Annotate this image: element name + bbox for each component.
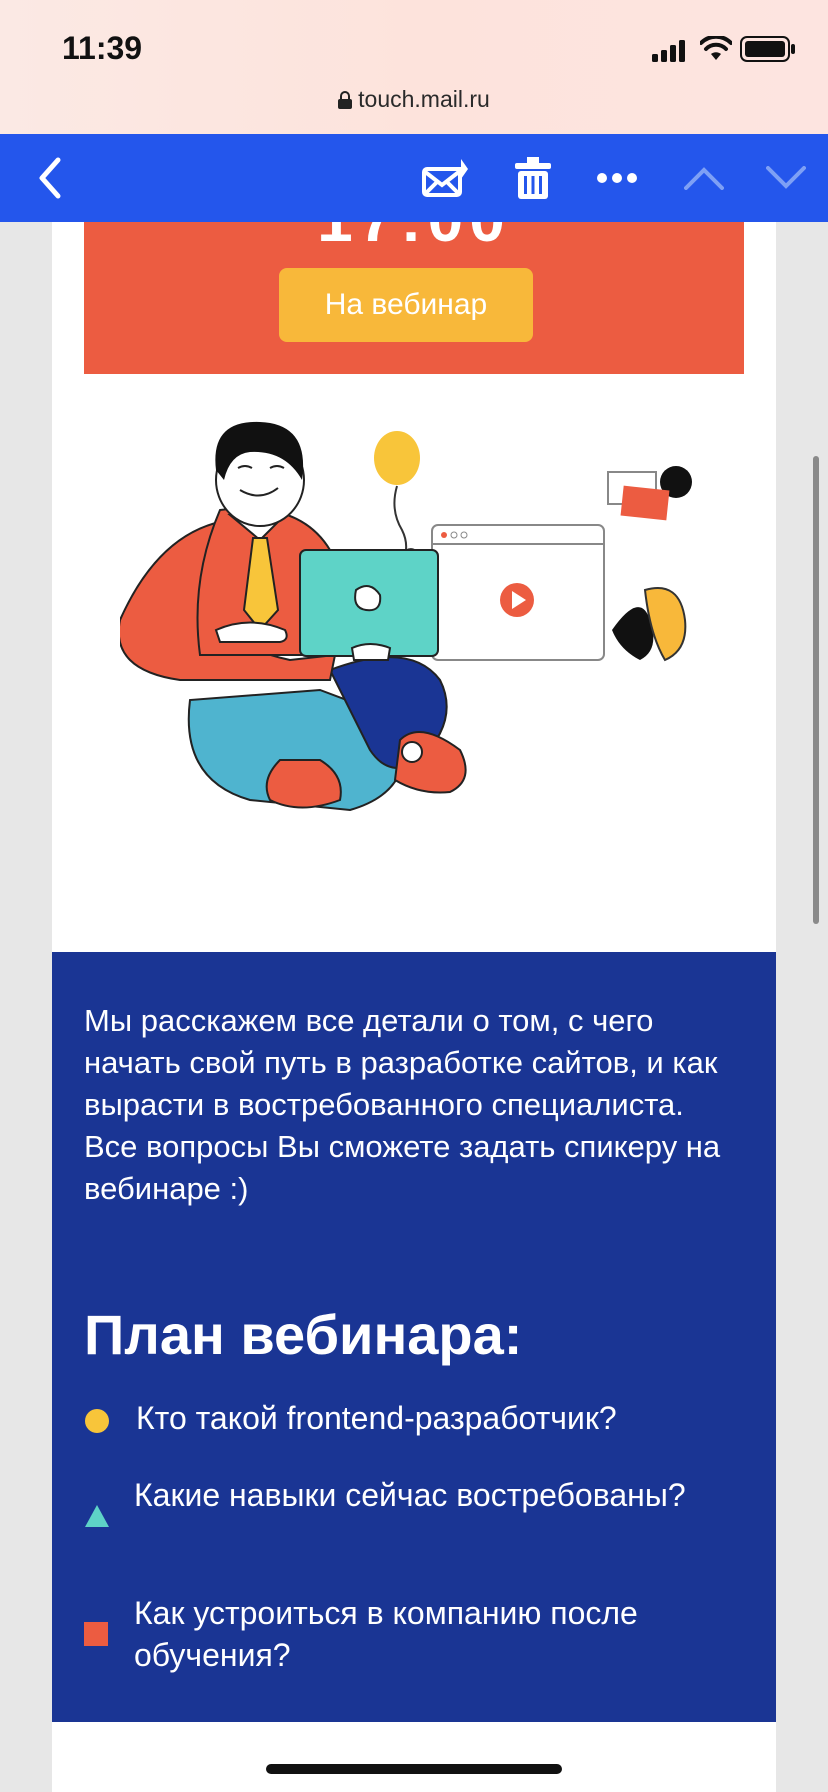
battery-icon (740, 36, 795, 62)
mark-unread-button[interactable] (414, 134, 476, 222)
status-time: 11:39 (62, 30, 143, 66)
previous-message-button[interactable] (680, 134, 728, 222)
home-indicator[interactable] (266, 1764, 562, 1774)
trash-icon (515, 157, 551, 199)
webinar-time-banner: 17:00 На вебинар (84, 222, 744, 374)
wifi-icon (700, 36, 732, 60)
back-button[interactable] (20, 134, 80, 222)
intro-text: Мы расскажем все детали о том, с чего на… (84, 1003, 721, 1206)
unread-icon (422, 159, 468, 197)
plan-title: План вебинара: (84, 1303, 523, 1366)
circle-bullet-icon (85, 1409, 109, 1433)
back-icon (39, 157, 61, 199)
plan-item-text: Какие навыки сейчас востребованы? (134, 1477, 686, 1513)
lock-icon (338, 91, 353, 109)
signal-icon (652, 40, 685, 62)
mail-toolbar (0, 134, 828, 222)
webinar-button[interactable]: На вебинар (279, 268, 533, 342)
developer-illustration (120, 421, 692, 812)
status-bar: 11:39 touch.mail.ru (0, 0, 828, 134)
more-icon (597, 173, 637, 183)
delete-button[interactable] (508, 134, 558, 222)
plan-item: Какие навыки сейчас востребованы? (84, 1474, 744, 1560)
next-icon (766, 166, 806, 189)
webinar-time: 17:00 (84, 222, 744, 256)
more-button[interactable] (592, 134, 642, 222)
square-bullet-icon (84, 1622, 108, 1646)
url-text: touch.mail.ru (358, 86, 490, 112)
balloon-shape (374, 431, 420, 485)
webinar-info-block: Мы расскажем все детали о том, с чего на… (52, 952, 776, 1722)
plan-item: Кто такой frontend-разработчик? (84, 1397, 744, 1445)
prev-icon (684, 167, 724, 190)
next-message-button[interactable] (762, 134, 810, 222)
plan-item: Как устроиться в компанию после обучения… (84, 1592, 744, 1678)
plan-item-text: Кто такой frontend-разработчик? (136, 1400, 617, 1436)
plan-item-text: Как устроиться в компанию после обучения… (134, 1595, 638, 1673)
triangle-bullet-icon (85, 1505, 109, 1527)
scrollbar[interactable] (813, 456, 819, 924)
address-bar[interactable]: touch.mail.ru (0, 86, 828, 113)
